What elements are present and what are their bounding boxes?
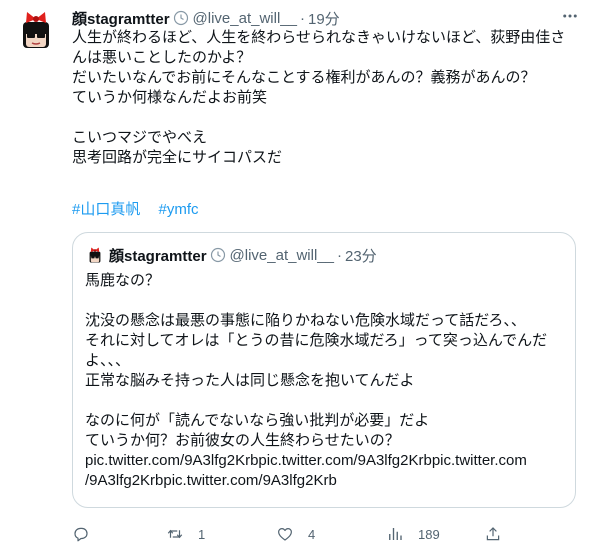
quoted-author-name: 顔stagramtter — [109, 247, 207, 265]
quoted-tweet-text: 馬鹿なの？ 沈没の懸念は最悪の事態に陥りかねない危険水域だって話だろ、、 それに… — [85, 271, 567, 491]
quoted-tweet-header: 顔stagramtter @live_at_will__ · 23分 — [85, 245, 377, 265]
tweet-text-line — [72, 108, 584, 128]
quoted-text-line: 沈没の懸念は最悪の事態に陥りかねない危険水域だって話だろ、、 — [85, 312, 526, 329]
hashtag-link[interactable]: #ymfc — [159, 201, 199, 218]
tweet-text-line: 思考回路が完全にサイコパスだ — [72, 149, 283, 166]
like-button[interactable]: 4 — [276, 525, 386, 543]
retweet-count: 1 — [198, 526, 206, 542]
quoted-text-line: ていうか何？お前彼女の人生終わらせたいの？ — [85, 432, 400, 449]
tweet-text-line: だいたいなんでお前にそんなことする権利があんの？義務があんの？ — [72, 69, 536, 86]
quoted-author-avatar — [85, 245, 105, 265]
quoted-timestamp: 23分 — [344, 247, 377, 265]
quoted-text-line: /9A3lfg2Krbpic.twitter.com/9A3lfg2Krb — [85, 472, 337, 489]
separator-dot: · — [299, 9, 305, 27]
quoted-author-handle: @live_at_will__ — [229, 246, 334, 264]
quoted-text-line: それに対してオレは「とうの昔に危険水域だろ」って突っ込んでんだ — [85, 332, 548, 349]
share-icon — [486, 527, 500, 541]
clock-icon — [210, 247, 226, 263]
author-handle[interactable]: @live_at_will__ — [193, 10, 297, 27]
views-icon — [389, 528, 402, 540]
hashtag-link[interactable]: #山口真帆 — [72, 201, 140, 218]
share-button[interactable] — [484, 525, 502, 543]
tweet-text-line: 人生が終わるほど、人生を終わらせられなきゃいけないほど、荻野由佳さ — [72, 29, 566, 46]
more-options-icon[interactable] — [556, 6, 584, 26]
quoted-text-line: なのに何が「読んでないなら強い批判が必要」だよ — [85, 412, 430, 429]
quoted-text-line: よ、、、 — [85, 352, 131, 369]
quoted-text-line — [85, 391, 567, 411]
views-count: 189 — [418, 526, 440, 542]
author-name[interactable]: 顔stagramtter — [72, 8, 170, 29]
tweet-timestamp[interactable]: 19分 — [308, 8, 340, 29]
quoted-tweet[interactable]: 顔stagramtter @live_at_will__ · 23分 馬鹿なの？… — [72, 232, 576, 508]
hashtag-list: #山口真帆 #ymfc — [72, 200, 213, 220]
heart-icon — [278, 528, 292, 541]
quoted-text-line: 正常な脳みそ持った人は同じ懸念を抱いてんだよ — [85, 372, 415, 389]
author-avatar[interactable] — [12, 6, 60, 54]
retweet-button[interactable]: 1 — [166, 525, 276, 543]
tweet-header: 顔stagramtter @live_at_will__ · 19分 — [72, 8, 340, 28]
reply-icon — [74, 527, 88, 542]
tweet[interactable]: 顔stagramtter @live_at_will__ · 19分 人生が終わ… — [0, 0, 596, 558]
views-button[interactable]: 189 — [386, 525, 484, 543]
tweet-text-line: こいつマジでやべえ — [72, 129, 208, 146]
like-count: 4 — [308, 526, 316, 542]
quoted-text-line: pic.twitter.com/9A3lfg2Krbpic.twitter.co… — [85, 452, 527, 469]
tweet-text-line: ていうか何様なんだよお前笑 — [72, 89, 268, 106]
retweet-icon — [167, 529, 183, 539]
quoted-text-line: 馬鹿なの？ — [85, 272, 161, 289]
tweet-text: 人生が終わるほど、人生を終わらせられなきゃいけないほど、荻野由佳さ んは悪いこと… — [72, 28, 584, 168]
separator-dot: · — [336, 246, 342, 264]
clock-icon — [173, 10, 189, 26]
reply-button[interactable] — [72, 525, 166, 543]
tweet-actions: 1 4 189 — [72, 520, 502, 548]
quoted-text-line — [85, 291, 567, 311]
tweet-text-line: んは悪いことしたのかよ？ — [72, 49, 252, 66]
avatar-image — [12, 6, 60, 54]
